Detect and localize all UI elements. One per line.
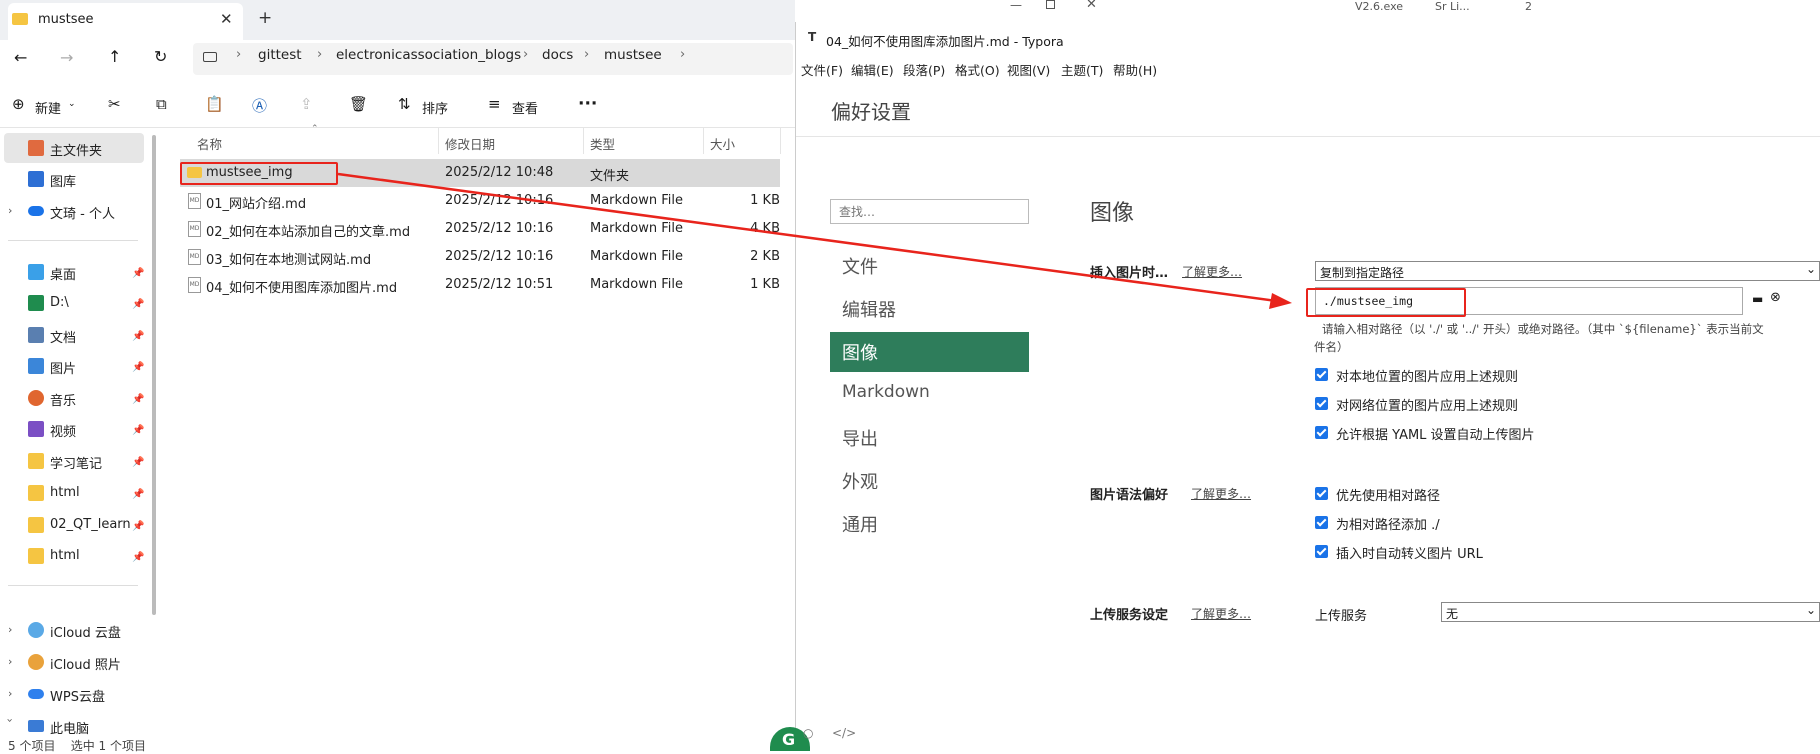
annotation-arrow (337, 172, 1292, 309)
